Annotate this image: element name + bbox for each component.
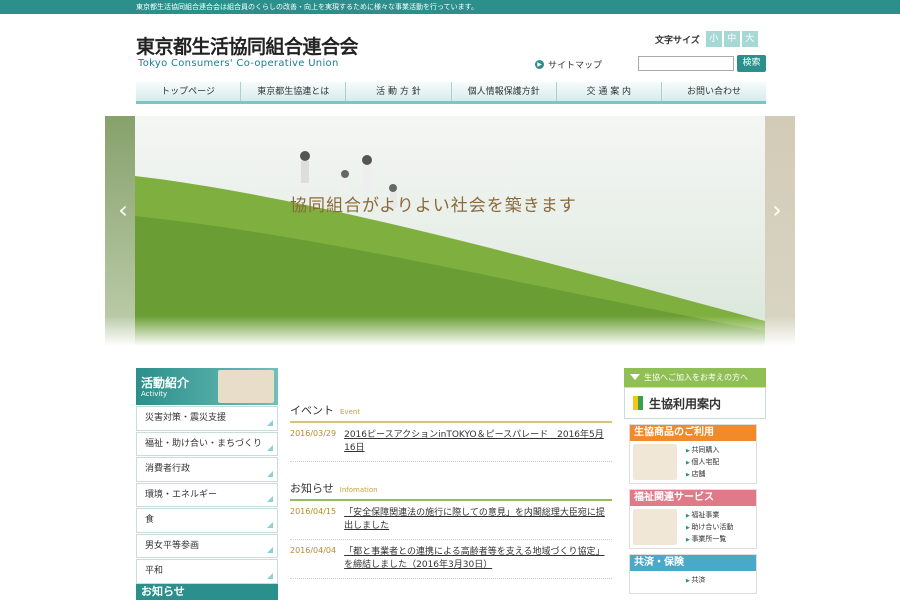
hero-bottom-fade	[105, 316, 795, 346]
join-coop-link[interactable]: 生協へご加入をお考えの方へ	[624, 368, 766, 387]
activity-item-welfare[interactable]: 福祉・助け合い・まちづくり	[136, 431, 278, 456]
search-input[interactable]	[638, 56, 734, 71]
font-large-button[interactable]: 大	[741, 31, 758, 47]
font-size-controls: 文字サイズ 小 中 大	[655, 31, 758, 47]
products-list: 共同購入 個人宅配 店舗	[686, 445, 719, 481]
sitemap-label: サイトマップ	[548, 61, 603, 71]
welfare-photo	[633, 509, 677, 545]
welfare-item-business[interactable]: 福祉事業	[686, 510, 733, 522]
activity-item-peace[interactable]: 平和	[136, 559, 278, 584]
insurance-card-body: 共済	[630, 571, 756, 593]
news-date: 2016/04/15	[290, 507, 337, 516]
activity-title: 活動紹介	[141, 376, 190, 390]
nav-contact[interactable]: お問い合わせ	[662, 82, 766, 101]
global-nav: トップページ 東京都生協連とは 活 動 方 針 個人情報保護方針 交 通 案 内…	[136, 82, 766, 104]
products-photo	[633, 444, 677, 480]
products-item-joint[interactable]: 共同購入	[686, 445, 719, 457]
chevron-left-icon[interactable]: ‹	[113, 196, 133, 224]
activity-menu: 活動紹介 Activity 災害対策・震災支援 福祉・助け合い・まちづくり 消費…	[136, 368, 278, 584]
news-section-header: お知らせ Infomation	[290, 480, 612, 501]
main-content: イベント Event 2016/03/29 2016ピースアクションinTOKY…	[290, 402, 612, 579]
hero-next-slide-edge	[765, 116, 795, 346]
news-item: 2016/04/15 「安全保障関連法の施行に際しての意見」を内閣総理大臣宛に提…	[290, 501, 612, 540]
event-item: 2016/03/29 2016ピースアクションinTOKYO＆ピースパレード 2…	[290, 423, 612, 462]
activity-photo	[218, 370, 274, 403]
site-logo-english[interactable]: Tokyo Consumers' Co-operative Union	[138, 58, 339, 69]
insurance-card[interactable]: 共済・保険 共済	[629, 554, 757, 594]
info-section-header: お知らせ	[136, 584, 278, 600]
event-date: 2016/03/29	[290, 429, 337, 438]
news-item: 2016/04/04 「都と事業者との連携による高齢者等を支える地域づくり協定」…	[290, 540, 612, 579]
site-logo-japanese[interactable]: 東京都生活協同組合連合会	[136, 32, 359, 59]
page-container: 東京都生活協同組合連合会 Tokyo Consumers' Co-operati…	[0, 14, 900, 600]
top-notice-bar: 東京都生活協同組合連合会は組合員のくらしの改善・向上を実現するために様々な事業活…	[0, 0, 900, 14]
coop-guide-title: 生協利用案内	[649, 396, 722, 411]
welfare-item-offices[interactable]: 事業所一覧	[686, 534, 733, 546]
products-item-store[interactable]: 店舗	[686, 469, 719, 481]
hero-slider: 協同組合がよりよい社会を築きます ‹ ›	[105, 116, 795, 346]
nav-top[interactable]: トップページ	[136, 82, 242, 101]
nav-privacy[interactable]: 個人情報保護方針	[452, 82, 557, 101]
welfare-list: 福祉事業 助け合い活動 事業所一覧	[686, 510, 733, 546]
font-size-label: 文字サイズ	[655, 35, 700, 46]
hero-tagline: 協同組合がよりよい社会を築きます	[290, 196, 577, 216]
hero-prev-slide-edge	[105, 116, 135, 346]
insurance-item-kyosai[interactable]: 共済	[686, 575, 705, 587]
right-sidebar: 生協へご加入をお考えの方へ 生協利用案内 生協商品のご利用 共同購入 個人宅配 …	[624, 368, 766, 594]
nav-about[interactable]: 東京都生協連とは	[241, 82, 347, 101]
news-title-en: Infomation	[339, 486, 378, 494]
font-medium-button[interactable]: 中	[723, 31, 740, 47]
activity-item-environment[interactable]: 環境・エネルギー	[136, 482, 278, 507]
products-card-title: 生協商品のご利用	[630, 425, 756, 441]
sitemap-link[interactable]: ▶ サイトマップ	[535, 58, 602, 71]
event-title: イベント	[290, 404, 334, 417]
activity-item-disaster[interactable]: 災害対策・震災支援	[136, 406, 278, 431]
arrow-circle-icon: ▶	[535, 60, 544, 69]
beginner-leaf-icon	[633, 396, 643, 410]
insurance-list: 共済	[686, 575, 705, 587]
coop-guide-heading: 生協利用案内	[624, 387, 766, 419]
activity-item-consumer[interactable]: 消費者行政	[136, 457, 278, 482]
welfare-card[interactable]: 福祉関連サービス 福祉事業 助け合い活動 事業所一覧	[629, 489, 757, 549]
welfare-card-body: 福祉事業 助け合い活動 事業所一覧	[630, 506, 756, 548]
hero-hill-image	[135, 151, 765, 346]
welfare-card-title: 福祉関連サービス	[630, 490, 756, 506]
font-small-button[interactable]: 小	[705, 31, 722, 47]
activity-header: 活動紹介 Activity	[136, 368, 278, 405]
news-link[interactable]: 「都と事業者との連携による高齢者等を支える地域づくり協定」を締結しました（201…	[344, 546, 612, 572]
products-card-body: 共同購入 個人宅配 店舗	[630, 441, 756, 483]
chevron-right-icon[interactable]: ›	[767, 196, 787, 224]
event-link[interactable]: 2016ピースアクションinTOKYO＆ピースパレード 2016年5月16日	[344, 429, 612, 455]
insurance-card-title: 共済・保険	[630, 555, 756, 571]
nav-policy[interactable]: 活 動 方 針	[346, 82, 452, 101]
news-link[interactable]: 「安全保障関連法の施行に際しての意見」を内閣総理大臣宛に提出しました	[344, 507, 612, 533]
products-card[interactable]: 生協商品のご利用 共同購入 個人宅配 店舗	[629, 424, 757, 484]
event-title-en: Event	[340, 408, 361, 416]
nav-access[interactable]: 交 通 案 内	[557, 82, 662, 101]
event-section-header: イベント Event	[290, 402, 612, 423]
news-title: お知らせ	[290, 482, 334, 495]
products-item-home[interactable]: 個人宅配	[686, 457, 719, 469]
news-date: 2016/04/04	[290, 546, 337, 555]
activity-item-equality[interactable]: 男女平等参画	[136, 533, 278, 558]
activity-item-food[interactable]: 食	[136, 508, 278, 533]
search-button[interactable]: 検索	[737, 55, 766, 72]
activity-subtitle: Activity	[141, 390, 168, 398]
welfare-item-mutual[interactable]: 助け合い活動	[686, 522, 733, 534]
